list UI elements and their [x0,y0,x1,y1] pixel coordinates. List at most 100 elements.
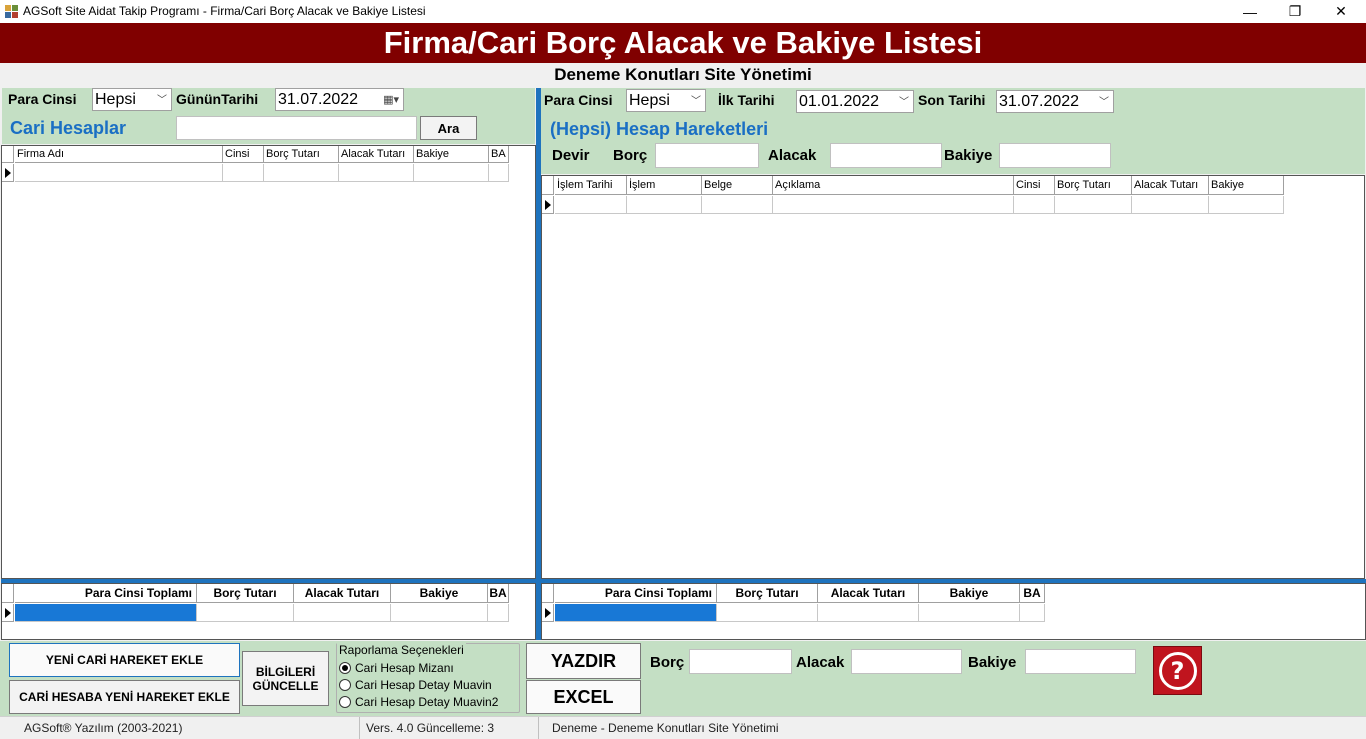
row-selector[interactable] [542,604,554,622]
gunun-tarihi-picker[interactable]: 31.07.2022 ▦▾ [275,88,404,111]
table-row[interactable] [15,164,223,182]
cari-hesaba-yeni-hareket-button[interactable]: CARİ HESABA YENİ HAREKET EKLE [9,680,240,714]
son-tarihi-picker[interactable]: 31.07.2022 ﹀ [996,90,1114,113]
col-alacak-tutari[interactable]: Alacak Tutarı [339,146,414,163]
table-cell[interactable] [414,164,489,182]
table-cell[interactable] [339,164,414,182]
col-firma-adi[interactable]: Firma Adı [15,146,223,163]
row-pointer-icon [545,608,551,618]
table-cell[interactable] [489,164,509,182]
table-cell[interactable] [1020,604,1045,622]
close-button[interactable]: ✕ [1318,0,1364,23]
minimize-button[interactable]: — [1227,0,1273,23]
right-para-cinsi-select[interactable]: Hepsi ﹀ [626,89,706,112]
table-cell[interactable] [1014,196,1055,214]
radio-cari-hesap-detay-muavin2[interactable]: Cari Hesap Detay Muavin2 [339,695,498,709]
col-cinsi[interactable]: Cinsi [1014,176,1055,195]
sum-col-borc-tutari: Borç Tutarı [197,584,294,603]
chevron-down-icon: ﹀ [691,96,701,107]
devir-alacak-label: Alacak [768,147,817,164]
col-borc-tutari[interactable]: Borç Tutarı [1055,176,1132,195]
grid-header-corner [542,176,554,195]
row-selector[interactable] [2,164,14,182]
col-ba[interactable]: BA [489,146,509,163]
devir-alacak-field[interactable] [830,143,942,168]
left-summary-grid[interactable]: Para Cinsi Toplamı Borç Tutarı Alacak Tu… [1,583,536,640]
table-cell[interactable] [1132,196,1209,214]
col-belge[interactable]: Belge [702,176,773,195]
ilk-tarihi-picker[interactable]: 01.01.2022 ﹀ [796,90,914,113]
col-alacak-tutari[interactable]: Alacak Tutarı [1132,176,1209,195]
table-cell[interactable] [627,196,702,214]
row-selector[interactable] [542,196,554,214]
table-cell[interactable] [197,604,294,622]
right-para-cinsi-value: Hepsi [629,92,670,109]
hesap-hareketleri-grid[interactable]: İşlem Tarihi İşlem Belge Açıklama Cinsi … [541,175,1365,579]
table-cell[interactable] [773,196,1014,214]
total-alacak-field[interactable] [851,649,962,674]
radio-cari-hesap-detay-muavin[interactable]: Cari Hesap Detay Muavin [339,678,492,692]
bilgileri-guncelle-line2: GÜNCELLE [252,678,319,693]
radio-label: Cari Hesap Detay Muavin2 [355,695,499,709]
table-cell[interactable] [818,604,919,622]
gunun-tarihi-label: GününTarihi [176,91,259,107]
table-cell[interactable] [702,196,773,214]
cari-search-input[interactable] [176,116,417,140]
total-alacak-label: Alacak [796,654,845,671]
right-summary-grid[interactable]: Para Cinsi Toplamı Borç Tutarı Alacak Tu… [541,583,1366,640]
chevron-down-icon: ﹀ [899,97,909,108]
summary-selected-cell[interactable] [15,604,197,622]
page-banner-title: Firma/Cari Borç Alacak ve Bakiye Listesi [0,23,1366,63]
status-site: Deneme - Deneme Konutları Site Yönetimi [552,721,779,735]
table-cell[interactable] [1209,196,1284,214]
table-cell[interactable] [717,604,818,622]
table-cell[interactable] [488,604,509,622]
sum-col-alacak-tutari: Alacak Tutarı [294,584,391,603]
total-bakiye-field[interactable] [1025,649,1136,674]
bilgileri-guncelle-line1: BİLGİLERİ [255,664,316,679]
total-borc-field[interactable] [689,649,792,674]
radio-label: Cari Hesap Mizanı [355,661,454,675]
help-icon: ? [1158,651,1197,690]
help-button[interactable]: ? [1153,646,1202,695]
cari-hesaplar-grid[interactable]: Firma Adı Cinsi Borç Tutarı Alacak Tutar… [1,145,536,579]
col-islem[interactable]: İşlem [627,176,702,195]
devir-bakiye-field[interactable] [999,143,1111,168]
table-cell[interactable] [223,164,264,182]
grid-header-corner [542,584,554,603]
yazdir-button[interactable]: YAZDIR [526,643,641,679]
ara-button[interactable]: Ara [420,116,477,140]
excel-button[interactable]: EXCEL [526,680,641,714]
radio-cari-hesap-mizani[interactable]: Cari Hesap Mizanı [339,661,454,675]
calendar-icon[interactable]: ▦▾ [383,90,399,111]
ilk-tarihi-label: İlk Tarihi [718,92,775,108]
yeni-cari-hareket-button[interactable]: YENİ CARİ HAREKET EKLE [9,643,240,677]
left-para-cinsi-select[interactable]: Hepsi ﹀ [92,88,172,111]
sum-col-para-cinsi-toplami: Para Cinsi Toplamı [555,584,717,603]
col-bakiye[interactable]: Bakiye [1209,176,1284,195]
table-cell[interactable] [919,604,1020,622]
sum-col-para-cinsi-toplami: Para Cinsi Toplamı [15,584,197,603]
right-para-cinsi-label: Para Cinsi [544,92,613,108]
table-cell[interactable] [294,604,391,622]
status-bar: AGSoft® Yazılım (2003-2021) Vers. 4.0 Gü… [0,716,1366,739]
table-cell[interactable] [1055,196,1132,214]
sum-col-borc-tutari: Borç Tutarı [717,584,818,603]
devir-borc-field[interactable] [655,143,759,168]
col-borc-tutari[interactable]: Borç Tutarı [264,146,339,163]
row-selector[interactable] [2,604,14,622]
site-name: Deneme Konutları Site Yönetimi [554,65,812,84]
table-cell[interactable] [264,164,339,182]
col-cinsi[interactable]: Cinsi [223,146,264,163]
maximize-button[interactable]: ❐ [1272,0,1318,23]
table-row[interactable] [555,196,627,214]
col-islem-tarihi[interactable]: İşlem Tarihi [555,176,627,195]
bilgileri-guncelle-button[interactable]: BİLGİLERİ GÜNCELLE [242,651,329,706]
chevron-down-icon: ﹀ [157,95,167,106]
radio-empty-icon [339,679,351,691]
col-aciklama[interactable]: Açıklama [773,176,1014,195]
summary-selected-cell[interactable] [555,604,717,622]
table-cell[interactable] [391,604,488,622]
col-bakiye[interactable]: Bakiye [414,146,489,163]
sum-col-bakiye: Bakiye [919,584,1020,603]
